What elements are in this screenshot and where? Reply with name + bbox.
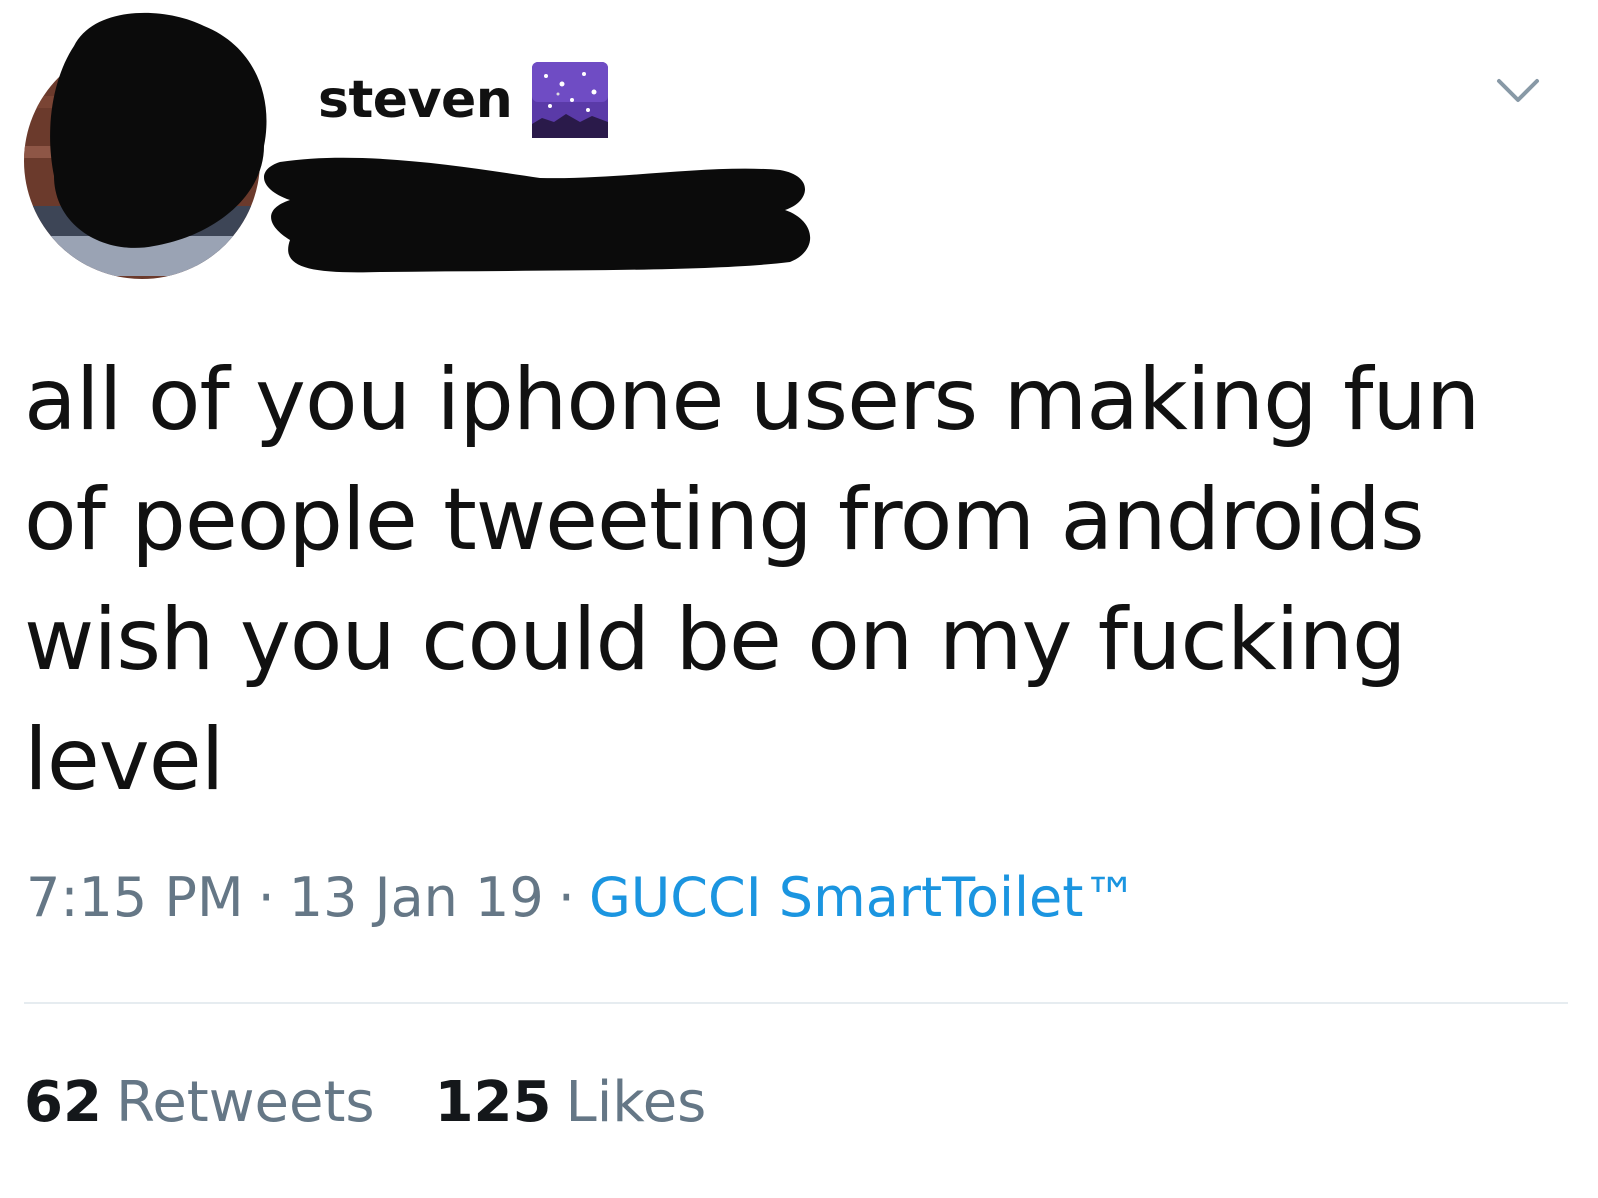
retweets-stat[interactable]: 62 Retweets [24,1070,375,1135]
meta-separator: · [557,866,575,929]
divider [24,1002,1568,1004]
tweet-text: all of you iphone users making fun of pe… [24,350,1480,810]
tweet-card: steven all of you iphone users making fu… [0,0,1598,1198]
likes-label: Likes [565,1070,707,1135]
retweets-count: 62 [24,1070,102,1135]
name-row: steven [318,62,609,138]
tweet-time[interactable]: 7:15 PM [26,866,244,929]
likes-stat[interactable]: 125 Likes [435,1070,707,1135]
chevron-down-icon[interactable] [1496,78,1540,104]
tweet-source-link[interactable]: GUCCI SmartToilet™ [589,866,1137,929]
meta-separator: · [257,866,275,929]
engagement-stats: 62 Retweets 125 Likes [24,1070,706,1135]
display-name[interactable]: steven [318,70,513,130]
night-sky-emoji-icon [532,62,609,138]
tweet-meta: 7:15 PM · 13 Jan 19 · GUCCI SmartToilet™ [26,866,1137,929]
tweet-date[interactable]: 13 Jan 19 [289,866,544,929]
redaction-mark [263,157,811,273]
retweets-label: Retweets [115,1070,375,1135]
likes-count: 125 [434,1070,552,1135]
